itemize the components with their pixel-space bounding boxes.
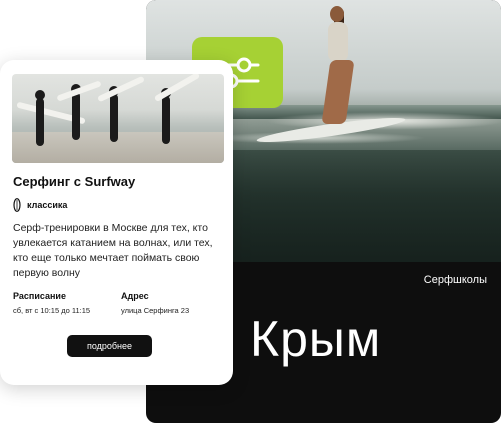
schedule-heading: Расписание xyxy=(13,291,66,301)
level-tag-label: классика xyxy=(27,200,68,210)
stage: Серфшколы Крым Серфинг с Surfway классик… xyxy=(0,0,501,423)
promo-city-title: Крым xyxy=(250,311,382,367)
address-heading: Адрес xyxy=(121,291,149,301)
address-value: улица Серфинга 23 xyxy=(121,306,190,315)
card-title: Серфинг с Surfway xyxy=(13,174,136,189)
card-description: Серф-тренировки в Москве для тех, кто ув… xyxy=(13,222,213,279)
more-button[interactable]: подробнее xyxy=(67,335,152,357)
surfboard-icon xyxy=(13,198,21,212)
surf-school-card: Серфинг с Surfway классика Серф-трениров… xyxy=(0,60,233,385)
surfers-photo xyxy=(12,74,224,163)
schedule-value: сб, вт с 10:15 до 11:15 xyxy=(13,306,91,315)
level-tag: классика xyxy=(13,198,67,212)
promo-subtitle: Серфшколы xyxy=(423,274,487,286)
